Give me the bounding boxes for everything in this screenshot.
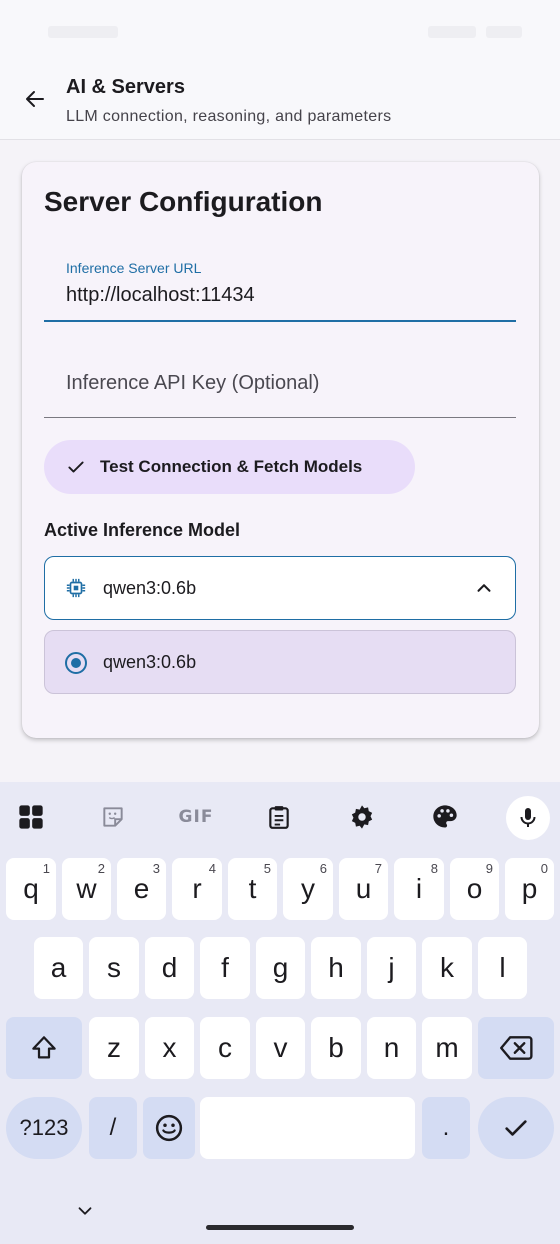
key-a[interactable]: a [34,937,83,999]
key-m[interactable]: m [422,1017,472,1079]
mic-icon [520,808,536,827]
inference-api-key-field[interactable]: Inference API Key (Optional) [44,342,516,418]
key-h[interactable]: h [311,937,361,999]
space-key[interactable] [200,1097,415,1159]
key-i[interactable]: i8 [394,858,444,920]
status-time [48,26,118,38]
shift-icon [32,1036,56,1059]
period-key[interactable]: . [422,1097,470,1159]
key-t[interactable]: t5 [228,858,277,920]
gif-label: GIF [178,807,214,827]
key-u[interactable]: u7 [339,858,388,920]
sticker-icon[interactable] [96,800,130,834]
key-p[interactable]: p0 [505,858,554,920]
apps-grid-icon[interactable] [14,800,48,834]
back-button[interactable] [18,82,52,116]
key-y[interactable]: y6 [283,858,333,920]
model-dropdown-value: qwen3:0.6b [103,578,197,598]
key-w[interactable]: w2 [62,858,111,920]
api-key-placeholder: Inference API Key (Optional) [66,372,320,394]
key-z[interactable]: z [89,1017,139,1079]
key-j[interactable]: j [367,937,416,999]
key-x[interactable]: x [145,1017,194,1079]
check-icon [68,461,84,473]
server-configuration-card: Server Configuration Inference Server UR… [22,162,539,738]
palette-icon[interactable] [428,800,462,834]
shift-key[interactable] [6,1017,82,1079]
key-e[interactable]: e3 [117,858,166,920]
backspace-key[interactable] [478,1017,554,1079]
app-bar: AI & Servers LLM connection, reasoning, … [0,64,560,140]
key-n[interactable]: n [367,1017,416,1079]
soft-keyboard: GIF q1 w2 e3 r4 t5 y6 u7 i8 o9 p 0 a s d… [0,782,560,1244]
url-field-label: Inference Server URL [66,260,202,276]
card-title: Server Configuration [44,186,323,217]
key-c[interactable]: c [200,1017,250,1079]
key-q[interactable]: q1 [6,858,56,920]
key-v[interactable]: v [256,1017,305,1079]
inference-server-url-field[interactable]: Inference Server URL http://localhost:11… [44,254,516,322]
chevron-up-icon[interactable] [473,577,495,599]
slash-key[interactable]: / [89,1097,137,1159]
model-option-label: qwen3:0.6b [103,652,197,672]
mic-button[interactable] [506,796,550,840]
check-icon [505,1120,527,1136]
key-f[interactable]: f [200,937,250,999]
done-key[interactable] [478,1097,554,1159]
active-model-label: Active Inference Model [44,520,241,540]
page-title: AI & Servers [66,76,185,98]
model-option[interactable]: qwen3:0.6b [44,630,516,694]
radio-selected-icon [65,652,87,674]
status-battery-icon [486,26,522,38]
key-g[interactable]: g [256,937,305,999]
emoji-key[interactable] [143,1097,195,1159]
home-indicator[interactable] [206,1225,354,1230]
key-k[interactable]: k [422,937,472,999]
status-bar [0,0,560,64]
key-d[interactable]: d [145,937,194,999]
test-connection-label: Test Connection & Fetch Models [100,457,363,476]
url-field-value[interactable]: http://localhost:11434 [66,284,255,307]
key-b[interactable]: b [311,1017,361,1079]
gif-icon[interactable]: GIF [176,800,216,834]
status-signal-icon [428,26,476,38]
key-o[interactable]: o9 [450,858,499,920]
arrow-left-icon [26,91,44,107]
chip-icon [66,578,86,598]
page-subtitle: LLM connection, reasoning, and parameter… [66,108,392,125]
key-s[interactable]: s [89,937,139,999]
emoji-icon [155,1114,183,1142]
symbols-key[interactable]: ?123 [6,1097,82,1159]
key-l[interactable]: l [478,937,527,999]
key-r[interactable]: r4 [172,858,222,920]
hide-keyboard-chevron-icon[interactable] [74,1200,96,1222]
model-dropdown[interactable]: qwen3:0.6b [44,556,516,620]
settings-gear-icon[interactable] [345,800,379,834]
backspace-icon [500,1036,533,1060]
clipboard-icon[interactable] [262,800,296,834]
test-connection-button[interactable]: Test Connection & Fetch Models [44,440,415,494]
